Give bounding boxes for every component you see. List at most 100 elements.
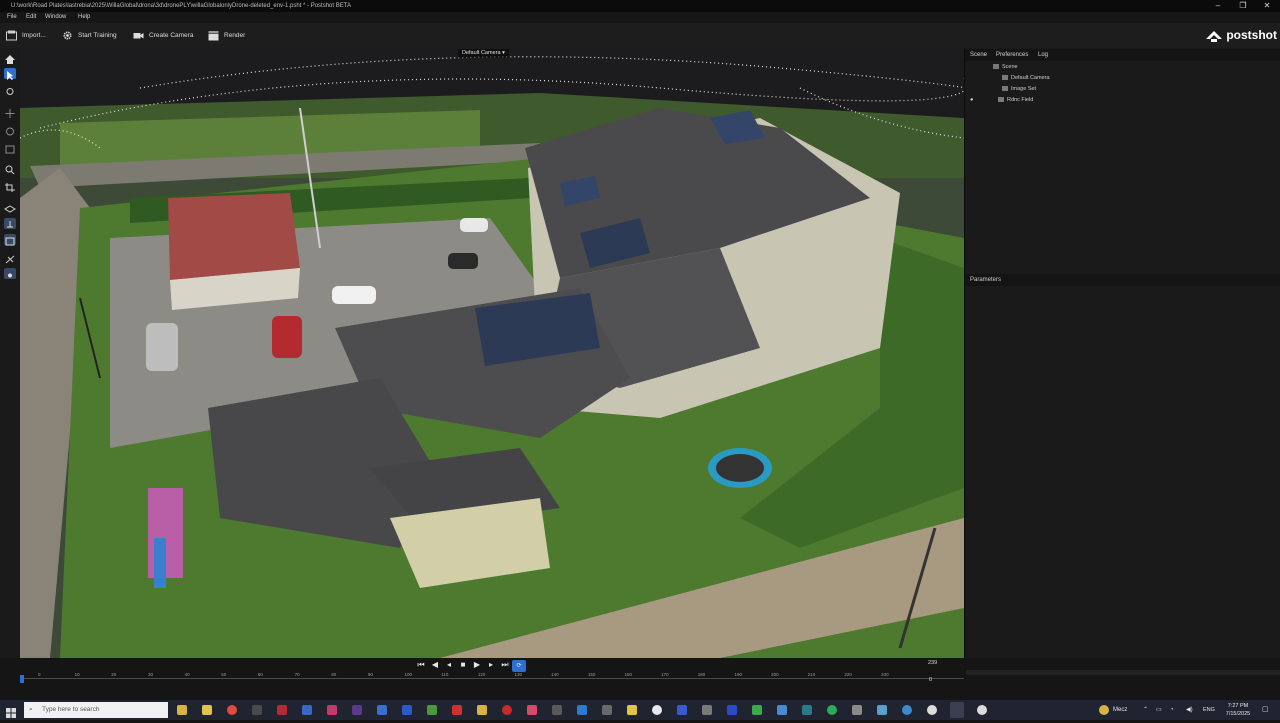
- crop-tool-icon[interactable]: [4, 180, 16, 192]
- clock[interactable]: 7:27 PM 7/15/2025: [1218, 702, 1258, 718]
- menu-file[interactable]: File: [7, 12, 17, 23]
- tree-item-default-camera[interactable]: Default Camera: [1002, 74, 1050, 83]
- current-frame-field[interactable]: 0: [929, 677, 932, 683]
- splat-tool-icon[interactable]: [4, 252, 16, 264]
- viewport-3d[interactable]: Default Camera ▾: [20, 48, 964, 658]
- menu-bar: File Edit Window Help: [0, 12, 1280, 23]
- end-frame-field[interactable]: 239: [928, 660, 937, 666]
- language-indicator[interactable]: ENG: [1203, 700, 1215, 720]
- camera-icon: [133, 30, 144, 41]
- app-icon[interactable]: [777, 705, 787, 715]
- postshot-taskbar-icon[interactable]: [950, 702, 964, 718]
- app-icon[interactable]: [977, 705, 987, 715]
- app-icon[interactable]: [552, 705, 562, 715]
- camera-node-icon: [1002, 75, 1008, 81]
- timeline: ⏮ ◀ ◂ ■ ▶ ▸ ⏭ ⟳ 239 0 10 20 30 40 50 60 70 80 90 100 110 12…: [0, 658, 1280, 700]
- eye-icon[interactable]: ●: [970, 96, 976, 105]
- menu-window[interactable]: Window: [45, 12, 66, 23]
- import-button[interactable]: Import...: [6, 29, 46, 43]
- app-icon[interactable]: [877, 705, 887, 715]
- menu-help[interactable]: Help: [78, 12, 90, 23]
- vscode-icon[interactable]: [577, 705, 587, 715]
- move-tool-icon[interactable]: [4, 106, 16, 118]
- app-icon[interactable]: [527, 705, 537, 715]
- box-select-icon[interactable]: [4, 234, 16, 246]
- home-icon[interactable]: [4, 52, 16, 64]
- chrome-icon[interactable]: [227, 705, 237, 715]
- app-icon[interactable]: [352, 705, 362, 715]
- app-icon[interactable]: [377, 705, 387, 715]
- timeline-tick-label: 130: [514, 672, 523, 677]
- app-icon[interactable]: [902, 705, 912, 715]
- pdf-app-icon[interactable]: [452, 705, 462, 715]
- windows-start-icon[interactable]: [6, 705, 16, 718]
- settings-icon[interactable]: [852, 705, 862, 715]
- brush-tool-icon[interactable]: [4, 84, 16, 95]
- timeline-tick-label: 120: [477, 672, 486, 677]
- weather-text[interactable]: Mecz: [1113, 700, 1127, 720]
- app-icon[interactable]: [277, 705, 287, 715]
- timeline-tick-label: 60: [257, 672, 263, 677]
- tab-log[interactable]: Log: [1038, 49, 1048, 61]
- app-icon[interactable]: [927, 705, 937, 715]
- light-tool-icon[interactable]: [4, 268, 16, 279]
- minimize-button[interactable]: –: [1206, 0, 1230, 12]
- app-icon[interactable]: [252, 705, 262, 715]
- tree-item-image-set[interactable]: Image Set: [1002, 85, 1036, 94]
- app-icon[interactable]: [702, 705, 712, 715]
- app-icon[interactable]: [302, 705, 312, 715]
- render-button[interactable]: Render: [208, 29, 245, 43]
- timeline-tick-label: 200: [771, 672, 779, 677]
- app-icon[interactable]: [427, 705, 437, 715]
- menu-edit[interactable]: Edit: [26, 12, 36, 23]
- tab-scene[interactable]: Scene: [970, 49, 987, 61]
- parameters-header: Parameters: [965, 274, 1280, 286]
- taskbar-search[interactable]: ⌕ Type here to search: [24, 702, 168, 718]
- app-icon[interactable]: [752, 705, 762, 715]
- camera-selector[interactable]: Default Camera ▾: [458, 49, 509, 58]
- app-icon[interactable]: [802, 705, 812, 715]
- maximize-button[interactable]: ❐: [1231, 0, 1255, 12]
- volume-icon[interactable]: ◀): [1186, 700, 1193, 720]
- timeline-tick-label: 70: [294, 672, 300, 677]
- notification-icon[interactable]: ▢: [1262, 700, 1269, 720]
- app-icon[interactable]: [402, 705, 412, 715]
- whatsapp-icon[interactable]: [827, 705, 837, 715]
- create-camera-button[interactable]: Create Camera: [133, 29, 193, 43]
- app-icon[interactable]: [677, 705, 687, 715]
- zoom-tool-icon[interactable]: [4, 162, 16, 175]
- app-icon[interactable]: [602, 705, 612, 715]
- app-icon[interactable]: [502, 705, 512, 715]
- start-training-button[interactable]: Start Training: [62, 29, 117, 43]
- clapperboard-icon: [208, 30, 219, 41]
- gear-icon: [62, 30, 73, 41]
- app-icon[interactable]: [652, 705, 662, 715]
- notes-app-icon[interactable]: [202, 705, 212, 715]
- tab-preferences[interactable]: Preferences: [996, 49, 1028, 61]
- file-explorer-icon[interactable]: [177, 705, 187, 715]
- timeline-tick-label: 170: [661, 672, 669, 677]
- tree-item-scene[interactable]: Scene: [993, 63, 1018, 72]
- image-set-icon: [1002, 86, 1008, 92]
- timeline-ruler[interactable]: 0 10 20 30 40 50 60 70 80 90 100 110 120 130 140 150 160…: [20, 670, 964, 686]
- close-button[interactable]: ✕: [1255, 0, 1279, 12]
- playhead[interactable]: [20, 675, 24, 683]
- create-camera-label: Create Camera: [149, 32, 194, 39]
- pin-tool-icon[interactable]: [4, 218, 16, 229]
- timeline-tick-label: 10: [74, 672, 80, 677]
- app-icon[interactable]: [327, 705, 337, 715]
- tree-item-radiance-field[interactable]: ● Rdnc Field: [970, 96, 1033, 105]
- scale-tool-icon[interactable]: [4, 142, 16, 154]
- app-icon[interactable]: [477, 705, 487, 715]
- select-tool-icon[interactable]: [4, 68, 16, 80]
- postshot-logo: postshot: [1205, 27, 1277, 43]
- layers-icon[interactable]: [4, 202, 16, 213]
- wifi-icon[interactable]: ◔: [1170, 700, 1174, 720]
- app-icon[interactable]: [727, 705, 737, 715]
- app-icon[interactable]: [627, 705, 637, 715]
- tray-chevron-icon[interactable]: ⌃: [1143, 700, 1148, 720]
- rotate-tool-icon[interactable]: [4, 124, 16, 136]
- network-icon[interactable]: ▭: [1156, 700, 1162, 720]
- timeline-scroll[interactable]: [966, 670, 1280, 675]
- timeline-tick-label: 50: [221, 672, 227, 677]
